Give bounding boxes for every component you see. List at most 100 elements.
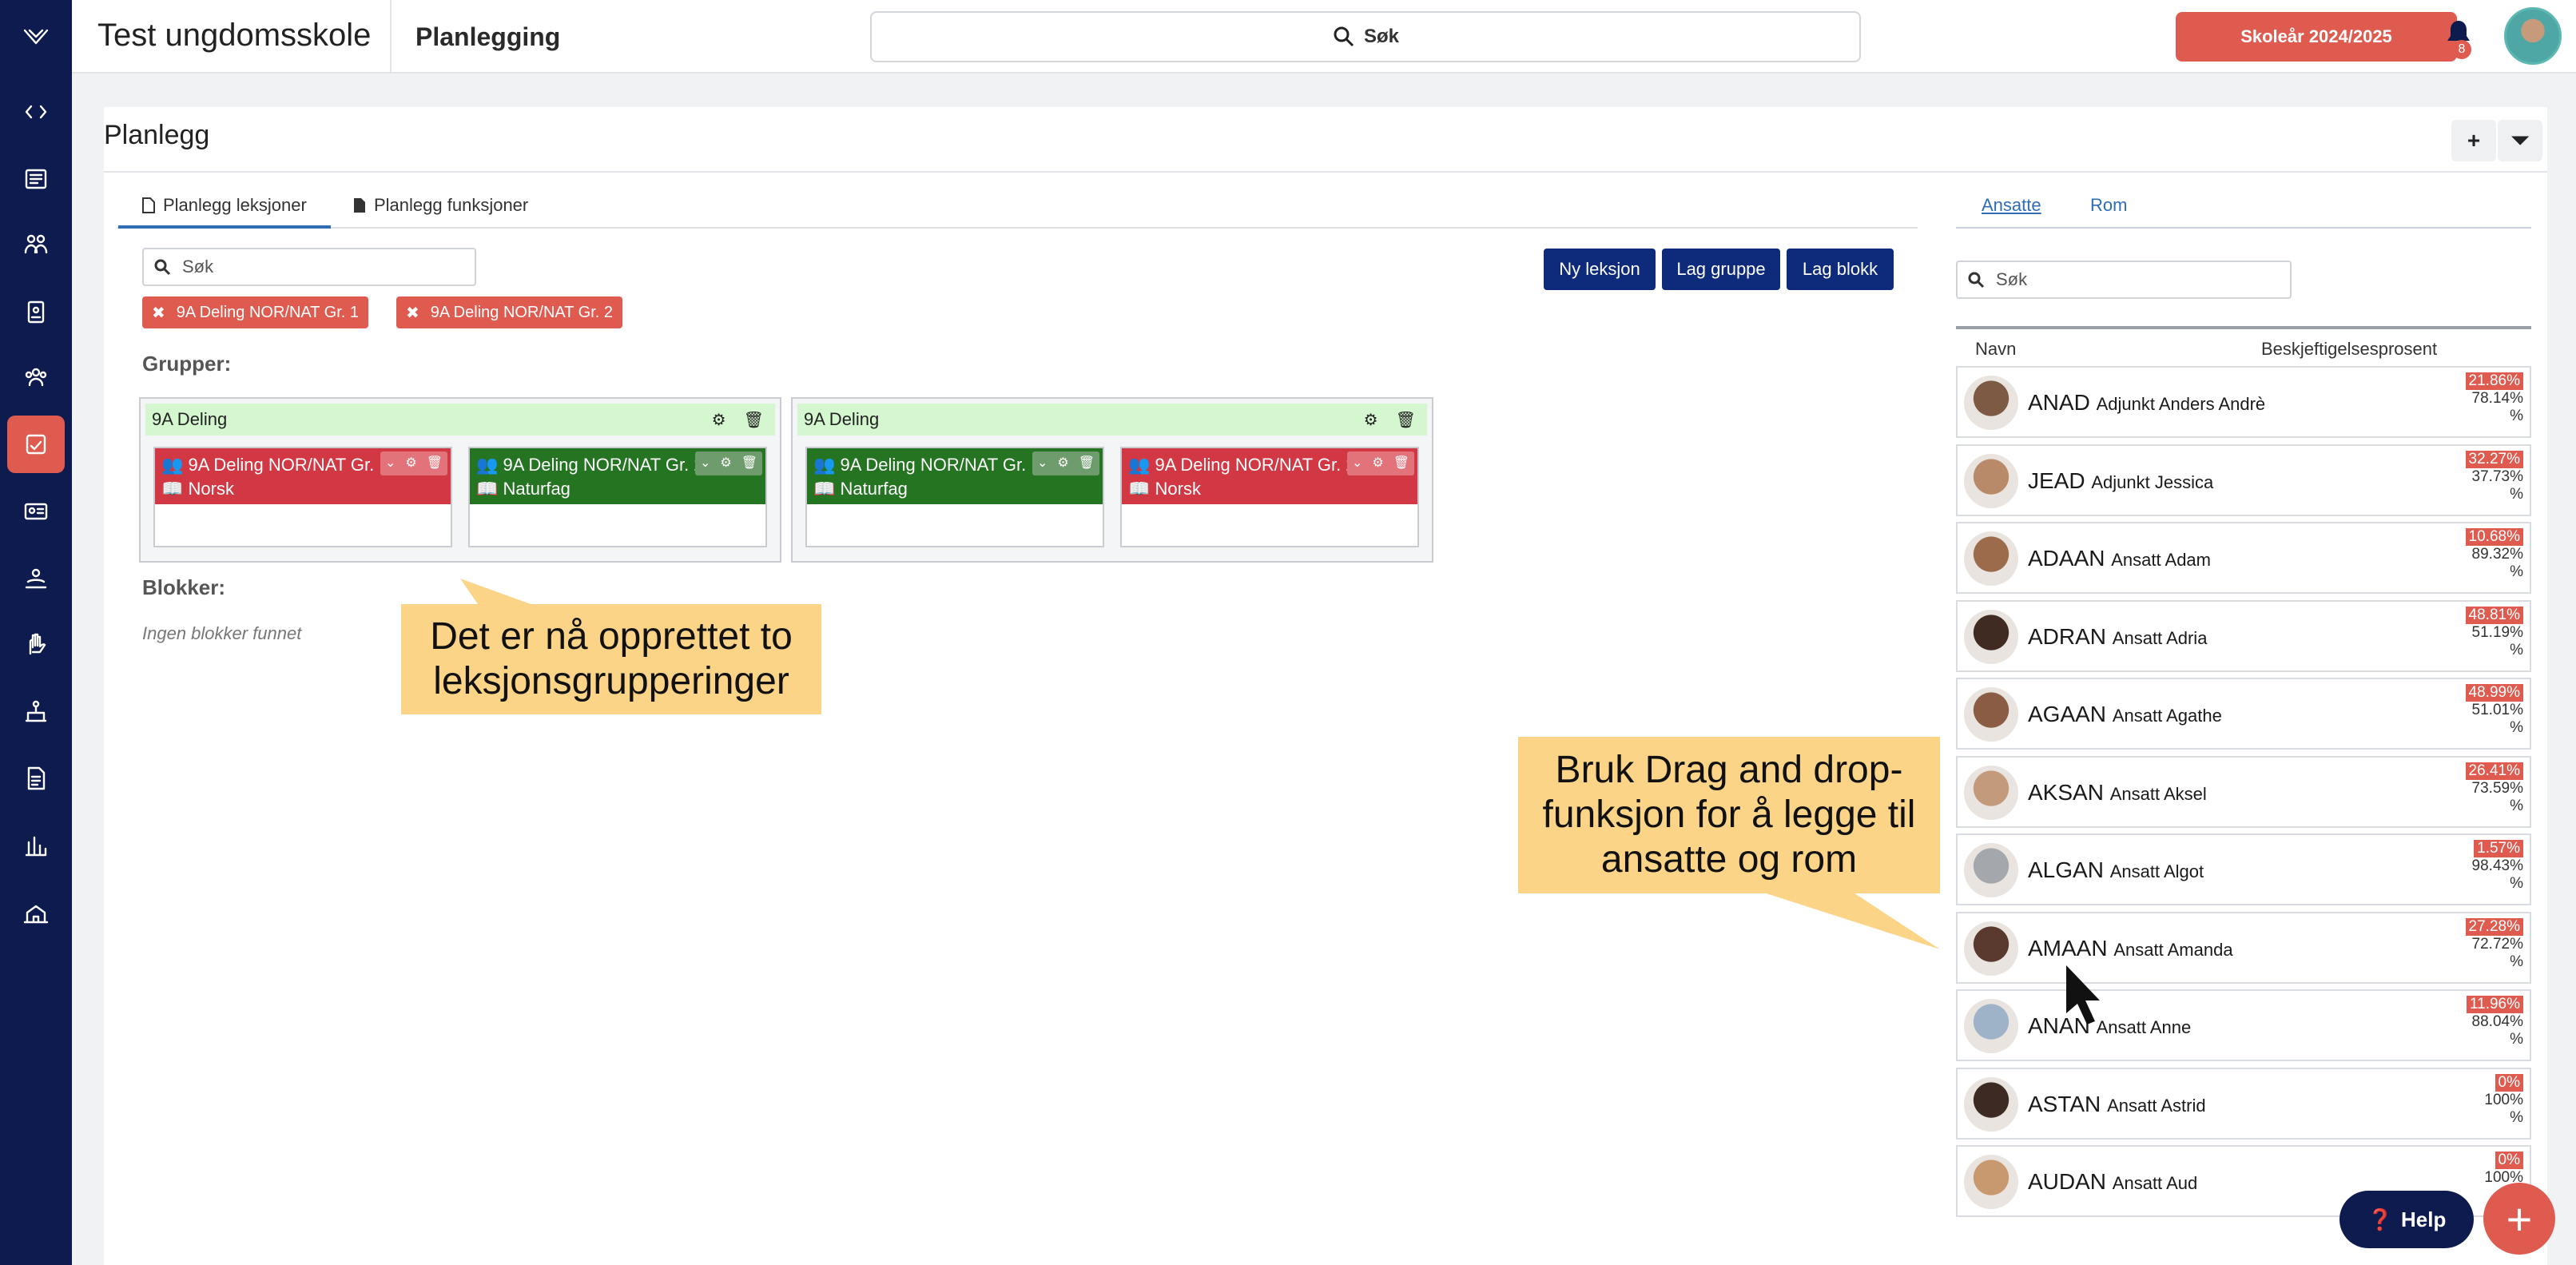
lesson-search-input[interactable]: Søk	[142, 248, 476, 286]
remaining-percent: 37.73%%	[2471, 467, 2523, 503]
add-button[interactable]: +	[2451, 120, 2496, 161]
chevron-down-icon[interactable]: ⌄	[1037, 452, 1047, 475]
lesson-card[interactable]: 👥 9A Deling NOR/NAT Gr. 1 📖 Naturfag ⌄ ⚙ 🗑	[805, 447, 1104, 547]
lesson-subject: Naturfag	[503, 479, 570, 499]
tab-plan-lessons[interactable]: Planlegg leksjoner	[118, 195, 331, 229]
news-icon[interactable]	[7, 150, 65, 208]
gear-icon[interactable]: ⚙	[1372, 452, 1383, 475]
employee-avatar	[1964, 376, 2018, 430]
gear-icon[interactable]: ⚙	[712, 410, 726, 430]
employee-row[interactable]: ANAD Adjunkt Anders Andrè 21.86% 78.14%%	[1956, 366, 2531, 438]
planned-percent: 0%	[2495, 1073, 2523, 1092]
employee-row[interactable]: AKSAN Ansatt Aksel 26.41% 73.59%%	[1956, 755, 2531, 828]
remaining-percent: 72.72%%	[2471, 935, 2523, 970]
badge-icon[interactable]	[7, 283, 65, 340]
filter-chip[interactable]: ✖ 9A Deling NOR/NAT Gr. 1	[142, 296, 368, 328]
trash-icon[interactable]: 🗑	[1079, 452, 1095, 475]
chevron-down-icon[interactable]: ⌄	[385, 452, 396, 475]
employee-avatar	[1964, 609, 2018, 664]
employee-row[interactable]: AGAAN Ansatt Agathe 48.99% 51.01%%	[1956, 678, 2531, 750]
file-filled-icon	[354, 198, 365, 213]
remove-chip-icon[interactable]: ✖	[406, 303, 419, 323]
group-header: 9A Deling ⚙ 🗑	[797, 404, 1427, 436]
floating-add-button[interactable]: +	[2483, 1183, 2555, 1255]
employee-row[interactable]: ADAAN Ansatt Adam 10.68% 89.32%%	[1956, 522, 2531, 594]
tab-plan-lessons-label: Planlegg leksjoner	[163, 195, 307, 215]
trash-icon[interactable]: 🗑	[1396, 410, 1416, 430]
trash-icon[interactable]: 🗑	[1393, 452, 1409, 475]
employee-avatar	[1964, 921, 2018, 976]
school-year-button[interactable]: Skoleår 2024/2025	[2176, 12, 2457, 62]
employee-row[interactable]: JEAD Adjunkt Jessica 32.27% 37.73%%	[1956, 444, 2531, 516]
col-name[interactable]: Navn	[1975, 339, 2016, 360]
new-lesson-button[interactable]: Ny leksjon	[1544, 249, 1656, 290]
team-icon[interactable]	[7, 348, 65, 406]
employee-code: AGAAN	[2028, 702, 2107, 726]
chevron-down-icon[interactable]: ⌄	[1352, 452, 1362, 475]
gear-icon[interactable]: ⚙	[405, 452, 416, 475]
remaining-percent: 51.01%%	[2471, 702, 2523, 736]
lesson-card[interactable]: 👥 9A Deling NOR/NAT Gr. 1 📖 Norsk ⌄ ⚙ 🗑	[153, 447, 452, 547]
remaining-percent: 89.32%%	[2471, 546, 2523, 580]
lesson-group[interactable]: 9A Deling ⚙ 🗑 👥 9A Deling NOR/NAT Gr. 1 📖…	[139, 397, 781, 563]
logo-icon[interactable]	[7, 6, 65, 64]
lesson-subject: Norsk	[188, 479, 234, 499]
employee-fullname: Ansatt Algot	[2109, 861, 2204, 881]
users-icon: 👥	[813, 455, 836, 475]
global-search-input[interactable]: Søk	[870, 11, 1861, 62]
users-icon: 👥	[1128, 455, 1151, 475]
tab-plan-functions[interactable]: Planlegg funksjoner	[352, 195, 528, 216]
employee-code: ADAAN	[2028, 546, 2105, 571]
classroom-icon[interactable]	[7, 682, 65, 740]
global-search-label: Søk	[1363, 26, 1399, 47]
lesson-group[interactable]: 9A Deling ⚙ 🗑 👥 9A Deling NOR/NAT Gr. 1 📖…	[791, 397, 1433, 563]
lesson-card[interactable]: 👥 9A Deling NOR/NAT Gr. 2 📖 Norsk ⌄ ⚙ 🗑	[1120, 447, 1419, 547]
employee-fullname: Ansatt Astrid	[2107, 1095, 2206, 1116]
planning-icon[interactable]	[7, 416, 65, 473]
book-icon: 📖	[813, 479, 836, 499]
remove-chip-icon[interactable]: ✖	[152, 303, 165, 323]
employee-avatar	[1964, 531, 2018, 586]
employee-name: ANAD Adjunkt Anders Andrè	[2028, 390, 2265, 416]
collapse-toggle-icon[interactable]	[7, 83, 65, 141]
make-group-button[interactable]: Lag gruppe	[1662, 249, 1780, 290]
gear-icon[interactable]: ⚙	[1364, 410, 1378, 430]
staff-search-input[interactable]: Søk	[1956, 261, 2292, 299]
employee-row[interactable]: AMAAN Ansatt Amanda 27.28% 72.72%%	[1956, 911, 2531, 984]
employee-avatar	[1964, 843, 2018, 897]
planned-percent: 21.86%	[2465, 372, 2523, 390]
employee-row[interactable]: ALGAN Ansatt Algot 1.57% 98.43%%	[1956, 833, 2531, 905]
employee-row[interactable]: ASTAN Ansatt Astrid 0% 100%%	[1956, 1067, 2531, 1140]
trash-icon[interactable]: 🗑	[741, 452, 757, 475]
gear-icon[interactable]: ⚙	[720, 452, 731, 475]
id-card-icon[interactable]	[7, 483, 65, 540]
employee-row[interactable]: ANAN Ansatt Anne 11.96% 88.04%%	[1956, 989, 2531, 1061]
tab-employees[interactable]: Ansatte	[1982, 195, 2041, 216]
tab-rooms[interactable]: Rom	[2090, 195, 2127, 216]
employee-row[interactable]: ADRAN Ansatt Adria 48.81% 51.19%%	[1956, 599, 2531, 672]
groups-icon[interactable]	[7, 216, 65, 273]
employee-name: AKSAN Ansatt Aksel	[2028, 780, 2207, 806]
lesson-card[interactable]: 👥 9A Deling NOR/NAT Gr. 2 📖 Naturfag ⌄ ⚙ 🗑	[468, 447, 767, 547]
hand-icon[interactable]	[7, 615, 65, 673]
employee-code: ANAD	[2028, 390, 2090, 415]
gear-icon[interactable]: ⚙	[1057, 452, 1068, 475]
make-block-button[interactable]: Lag blokk	[1787, 249, 1894, 290]
filter-chip[interactable]: ✖ 9A Deling NOR/NAT Gr. 2	[396, 296, 622, 328]
col-employment-pct[interactable]: Beskjeftigelsesprosent	[2261, 339, 2437, 360]
search-icon	[154, 259, 171, 276]
trash-icon[interactable]: 🗑	[744, 410, 764, 430]
employee-avatar	[1964, 453, 2018, 508]
user-care-icon[interactable]	[7, 550, 65, 607]
no-blocks-text: Ingen blokker funnet	[142, 623, 302, 643]
statistics-icon[interactable]	[7, 817, 65, 874]
document-icon[interactable]	[7, 750, 65, 807]
trash-icon[interactable]: 🗑	[427, 452, 443, 475]
filter-button[interactable]: ⏷	[2498, 120, 2542, 161]
help-button[interactable]: ❓ Help	[2339, 1191, 2474, 1248]
help-label: Help	[2401, 1207, 2447, 1231]
lesson-card-header: 👥 9A Deling NOR/NAT Gr. 1 📖 Norsk ⌄ ⚙ 🗑	[155, 448, 451, 504]
user-avatar[interactable]	[2504, 7, 2562, 65]
chevron-down-icon[interactable]: ⌄	[700, 452, 710, 475]
school-icon[interactable]	[7, 884, 65, 941]
